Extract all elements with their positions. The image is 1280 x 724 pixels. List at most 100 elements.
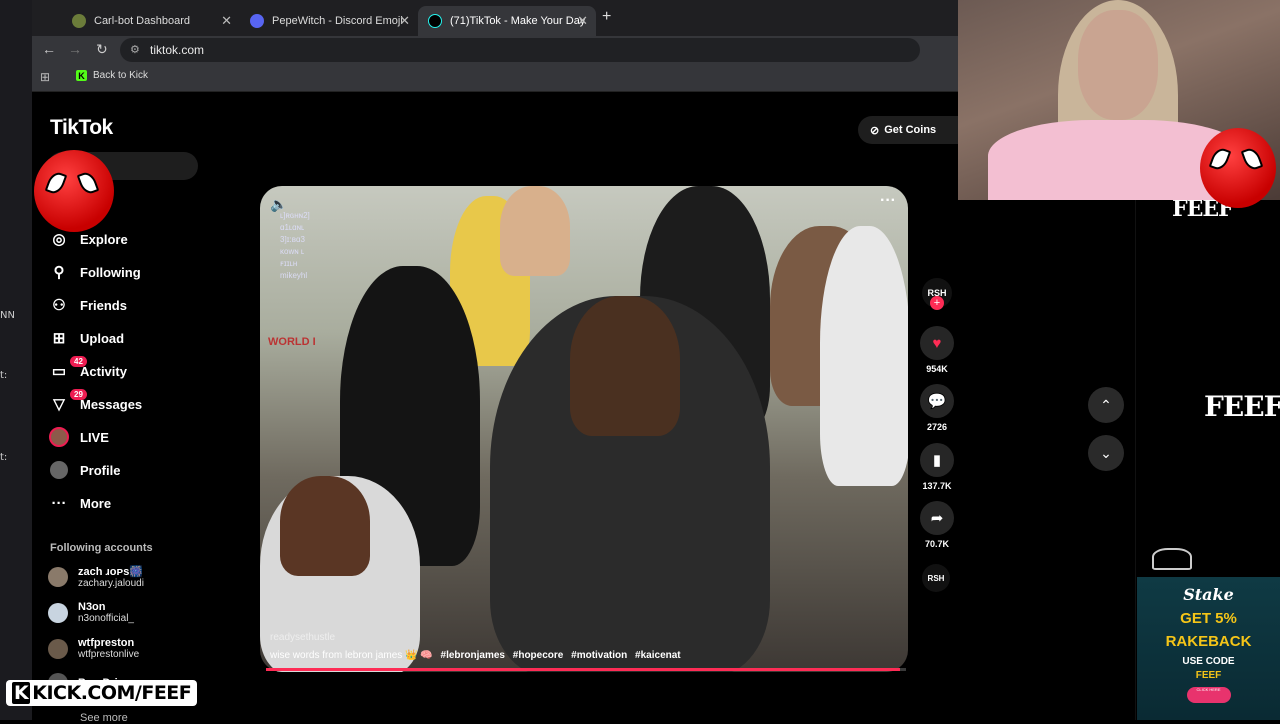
forward-icon[interactable]: →	[68, 41, 82, 57]
music-disc[interactable]: RSH	[922, 564, 950, 592]
close-icon[interactable]: ✕	[577, 13, 588, 29]
account-item[interactable]: zach ɹoᴘs🎆 zachary.jaloudi	[48, 565, 144, 589]
share-icon[interactable]: ➦	[920, 501, 954, 535]
video-person	[570, 296, 680, 436]
inbox-icon: ▭ 42	[48, 356, 87, 380]
kick-k-icon: K	[12, 682, 31, 704]
close-icon[interactable]: ✕	[221, 13, 232, 29]
strip-label: NN	[0, 310, 15, 321]
heart-icon[interactable]: ♥	[920, 326, 954, 360]
like-count: 954K	[926, 364, 948, 374]
messages-badge: 29	[70, 389, 87, 400]
tab-title: Carl-bot Dashboard	[94, 15, 190, 27]
nav-explore[interactable]: ◎ Explore	[48, 226, 128, 252]
like-action[interactable]: ♥ 954K	[918, 326, 956, 374]
account-item[interactable]: wtfpreston wtfprestonlive	[48, 637, 139, 660]
video-person	[500, 186, 570, 276]
live-avatar	[49, 427, 69, 447]
nav-more[interactable]: ··· More	[48, 490, 112, 516]
comment-count: 2726	[926, 422, 948, 432]
follow-plus-button[interactable]: +	[930, 296, 944, 310]
spider-eye	[1208, 145, 1232, 173]
hashtag-link[interactable]: #hopecore	[513, 650, 564, 661]
next-video-button[interactable]: ⌄	[1088, 435, 1124, 471]
nav-messages[interactable]: ▽ 29 Messages	[48, 389, 143, 417]
tab-pepewitch[interactable]: PepeWitch - Discord Emoji ✕	[240, 6, 418, 36]
stake-logo: Stake	[1183, 585, 1234, 604]
account-handle: n3onofficial_	[78, 613, 134, 624]
bookmark-back-to-kick[interactable]: K Back to Kick	[76, 70, 148, 81]
get-coins-label: Get Coins	[884, 124, 937, 136]
apps-grid-icon[interactable]: ⊞	[40, 70, 50, 84]
share-action[interactable]: ➦ 70.7K	[918, 501, 956, 549]
video-person	[280, 476, 370, 576]
tiktok-logo[interactable]: TikTok	[50, 116, 113, 140]
save-count: 137.7K	[922, 481, 952, 491]
tab-tiktok[interactable]: (71)TikTok - Make Your Day ✕	[418, 6, 596, 36]
chat-line: mikeyhl	[280, 271, 308, 280]
discord-icon	[250, 14, 264, 28]
previous-video-button[interactable]: ⌃	[1088, 387, 1124, 423]
chat-line: 3]ɪ:ʙɑ3	[280, 235, 305, 244]
tab-title: PepeWitch - Discord Emoji	[272, 15, 403, 27]
video-author[interactable]: readysethustle	[270, 632, 335, 643]
nav-upload[interactable]: ⊞ Upload	[48, 325, 124, 351]
video-overlay-text: WORLD I	[268, 336, 316, 348]
account-item[interactable]: N3on n3onofficial_	[48, 601, 134, 624]
kick-url-overlay: K KICK.COM/FEEF	[6, 680, 198, 706]
coin-icon: ⊘	[870, 124, 880, 137]
more-options-icon[interactable]: ···	[880, 192, 896, 210]
nav-label: Activity	[80, 363, 127, 379]
reload-icon[interactable]: ↻	[96, 41, 108, 58]
comment-icon[interactable]: 💬	[920, 384, 954, 418]
hashtag-link[interactable]: #motivation	[571, 650, 627, 661]
close-icon[interactable]: ✕	[399, 13, 410, 29]
feef-logo: FEEF	[1204, 390, 1280, 423]
nav-label: Profile	[80, 462, 121, 478]
hashtag-link[interactable]: #kaicenat	[635, 650, 681, 661]
nav-label: Upload	[80, 330, 125, 346]
chat-line: ʟ]ʀɢʜɴ2]	[280, 211, 310, 220]
video-progress-bar[interactable]	[266, 668, 906, 671]
share-count: 70.7K	[924, 539, 950, 549]
nav-label: Explore	[80, 231, 128, 247]
webcam-face	[1078, 10, 1158, 120]
tab-carl-bot[interactable]: Carl-bot Dashboard ✕	[62, 6, 240, 36]
avatar	[48, 567, 68, 587]
nav-following[interactable]: ⚲ Following	[48, 259, 141, 285]
spiderman-decoration	[34, 150, 114, 232]
nav-label: Following	[80, 264, 141, 280]
nav-activity[interactable]: ▭ 42 Activity	[48, 356, 127, 384]
comment-action[interactable]: 💬 2726	[918, 384, 956, 432]
url-input[interactable]: ⚙ tiktok.com	[120, 38, 920, 62]
profile-avatar	[50, 461, 68, 479]
nav-label: More	[80, 495, 112, 511]
site-settings-icon[interactable]: ⚙	[130, 43, 140, 56]
nav-label: LIVE	[80, 429, 109, 445]
nav-friends[interactable]: ⚇ Friends	[48, 292, 127, 318]
nav-live[interactable]: LIVE	[48, 424, 109, 450]
caption-text: wise words from lebron james 👑 🧠	[270, 650, 433, 661]
spider-eye	[44, 169, 68, 197]
save-action[interactable]: ▮ 137.7K	[918, 443, 956, 491]
ad-click-button[interactable]: CLICK HERE	[1186, 687, 1231, 703]
account-handle: wtfprestonlive	[78, 649, 140, 660]
url-text: tiktok.com	[150, 43, 205, 57]
new-tab-button[interactable]: +	[602, 8, 611, 26]
account-display-name: zach ɹoᴘs🎆	[78, 566, 144, 578]
avatar	[48, 638, 68, 659]
kick-icon: K	[76, 70, 87, 81]
hashtag-link[interactable]: #lebronjames	[441, 650, 505, 661]
spider-icon	[1152, 548, 1192, 570]
nav-label: Messages	[80, 396, 143, 412]
nav-profile[interactable]: Profile	[48, 457, 120, 483]
friends-icon: ⚇	[52, 297, 66, 314]
back-icon[interactable]: ←	[42, 41, 56, 57]
chat-line: ɑ1ʟɑɴʟ	[280, 223, 305, 232]
see-more-link[interactable]: See more	[80, 712, 128, 724]
account-display-name: N3on	[78, 601, 106, 613]
bookmark-icon[interactable]: ▮	[920, 443, 954, 477]
stake-ad[interactable]: Stake GET 5% RAKEBACK USE CODE FEEF CLIC…	[1137, 577, 1280, 720]
video-player[interactable]: 🔈 ··· ʟ]ʀɢʜɴ2] ɑ1ʟɑɴʟ 3]ɪ:ʙɑ3 ᴋᴏᴡɴ ʟ ꜰɪɪ…	[260, 186, 908, 672]
ad-headline-1: GET 5%	[1180, 610, 1237, 627]
